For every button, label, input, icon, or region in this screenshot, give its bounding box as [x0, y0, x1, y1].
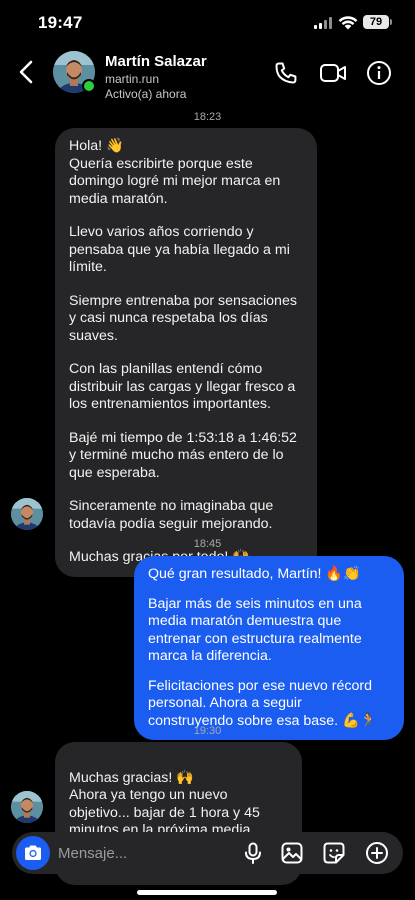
avatar-photo — [11, 791, 43, 823]
plus-icon[interactable] — [365, 841, 389, 865]
back-arrow-icon[interactable] — [14, 58, 40, 86]
contact-avatar-small[interactable] — [11, 791, 43, 823]
message-timestamp: 18:45 — [193, 538, 222, 550]
contact-avatar-small[interactable] — [11, 498, 43, 530]
message-text: Bajé mi tiempo de 1:53:18 a 1:46:52 y te… — [69, 429, 297, 481]
wifi-icon — [338, 16, 358, 30]
contact-username: martin.run — [105, 72, 160, 86]
info-icon[interactable] — [366, 60, 392, 86]
status-bar: 19:47 79 — [0, 0, 415, 44]
message-text: Con las planillas entendí cómo distribui… — [69, 361, 296, 412]
chat-header: Martín Salazar martin.run Activo(a) ahor… — [0, 44, 415, 104]
incoming-message-bubble[interactable]: Hola! 👋 Quería escribirte porque este do… — [55, 128, 317, 577]
contact-activity-status: Activo(a) ahora — [105, 87, 187, 101]
message-text: Qué gran resultado, Martín! 🔥👏 — [148, 566, 361, 582]
message-timestamp: 19:30 — [193, 725, 222, 737]
home-indicator — [137, 890, 277, 895]
status-time: 19:47 — [38, 13, 83, 32]
video-call-icon[interactable] — [319, 60, 347, 86]
battery-tip — [390, 19, 392, 25]
message-input[interactable] — [58, 832, 218, 874]
message-composer — [12, 832, 403, 874]
sticker-icon[interactable] — [322, 841, 346, 865]
microphone-icon[interactable] — [241, 841, 265, 865]
camera-icon — [25, 845, 41, 860]
cellular-signal-icon — [314, 17, 332, 29]
contact-avatar[interactable] — [53, 51, 96, 93]
avatar-photo — [11, 498, 43, 530]
message-timestamp: 18:23 — [193, 111, 222, 123]
message-text: Llevo varios años corriendo y pensaba qu… — [69, 224, 290, 275]
message-text: Hola! 👋 — [69, 138, 124, 154]
message-text: Sinceramente no imaginaba que todavía po… — [69, 498, 274, 532]
message-text: Bajar más de seis minutos en una media m… — [148, 595, 362, 665]
message-text: Quería escribirte porque este domingo lo… — [69, 155, 281, 207]
camera-button[interactable] — [16, 836, 50, 870]
phone-call-icon[interactable] — [273, 60, 299, 86]
battery-indicator: 79 — [363, 15, 389, 29]
message-text: Felicitaciones por ese nuevo récord pers… — [148, 677, 378, 729]
outgoing-message-bubble[interactable]: Qué gran resultado, Martín! 🔥👏 Bajar más… — [134, 556, 404, 740]
message-text: Siempre entrenaba por sensaciones y casi… — [69, 292, 297, 344]
gallery-icon[interactable] — [280, 841, 304, 865]
online-status-dot — [82, 79, 96, 93]
contact-name[interactable]: Martín Salazar — [105, 53, 207, 70]
